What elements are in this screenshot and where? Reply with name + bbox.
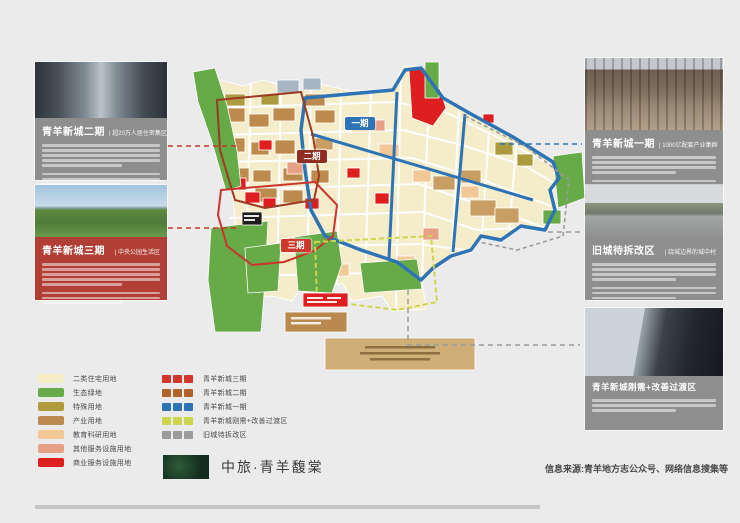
legend-label: 二类住宅用地 — [73, 374, 117, 384]
phase3-photo — [35, 185, 167, 237]
legend-boundary-list: 青羊新城三期青羊新城二期青羊新城一期青羊新城刚需+改善过渡区旧城待拆改区 — [162, 374, 288, 444]
phase1-body-text — [592, 156, 716, 174]
legend-item: 旧城待拆改区 — [162, 430, 288, 439]
legend-swatch — [162, 389, 194, 397]
phase2-photo — [35, 62, 167, 118]
map-badge-phase2: 二期 — [297, 150, 327, 163]
brand: 中旅·青羊馥棠 — [163, 455, 324, 479]
panel-oldtown: 旧城待拆改区 | 绕城边界的城中村 — [585, 185, 723, 300]
legend-label: 生态绿地 — [73, 388, 102, 398]
map-project-marker — [242, 212, 262, 225]
phase1-title: 青羊新城一期 — [592, 135, 655, 150]
legend-landuse-list: 二类住宅用地生态绿地特殊用地产业用地教育科研用地其他服务设施用地商业服务设施用地 — [38, 374, 131, 472]
transition-photo — [585, 308, 723, 376]
legend-swatch — [38, 388, 64, 397]
legend-label: 青羊新城刚需+改善过渡区 — [203, 416, 288, 426]
phase1-photo — [585, 58, 723, 130]
legend-item: 其他服务设施用地 — [38, 444, 131, 453]
legend-swatch — [38, 374, 64, 383]
legend-label: 青羊新城一期 — [203, 402, 247, 412]
transition-body-text — [592, 399, 716, 412]
legend-label: 商业服务设施用地 — [73, 458, 131, 468]
panel-phase3: 青羊新城三期 | 中央公园生活区 — [35, 185, 167, 300]
panel-transition: 青羊新城刚需+改善过渡区 — [585, 308, 723, 430]
legend-label: 青羊新城三期 — [203, 374, 247, 384]
panel-phase1: 青羊新城一期 | 1000亿配套产业集群 — [585, 58, 723, 189]
map-railway-facility — [285, 312, 475, 370]
phase2-subtitle: | 超20万人居住密集区 — [109, 128, 167, 137]
legend-item: 青羊新城刚需+改善过渡区 — [162, 416, 288, 425]
phase1-subtitle: | 1000亿配套产业集群 — [659, 140, 718, 149]
oldtown-body-text — [592, 263, 716, 281]
legend-item: 青羊新城二期 — [162, 388, 288, 397]
panel-phase2: 青羊新城二期 | 超20万人居住密集区 — [35, 62, 167, 180]
legend-label: 特殊用地 — [73, 402, 102, 412]
legend-item: 青羊新城三期 — [162, 374, 288, 383]
phase2-title: 青羊新城二期 — [42, 123, 105, 138]
map-badge-phase1: 一期 — [345, 117, 375, 130]
map-badge-phase3: 三期 — [281, 239, 311, 252]
legend-item: 特殊用地 — [38, 402, 131, 411]
legend-swatch — [38, 430, 64, 439]
legend-swatch — [162, 403, 194, 411]
oldtown-photo — [585, 185, 723, 237]
legend-swatch — [162, 375, 194, 383]
legend-swatch — [162, 417, 194, 425]
master-plan-map — [165, 50, 585, 375]
legend-item: 生态绿地 — [38, 388, 131, 397]
legend-item: 产业用地 — [38, 416, 131, 425]
phase3-body-text — [42, 263, 160, 286]
phase2-body-text — [42, 144, 160, 167]
brand-name: 中旅·青羊馥棠 — [221, 457, 324, 477]
legend-label: 产业用地 — [73, 416, 102, 426]
legend-item: 二类住宅用地 — [38, 374, 131, 383]
legend-swatch — [38, 444, 64, 453]
poster: 一期 二期 三期 青羊新城二期 | 超20万人居住密集区 青羊新城三期 | 中央… — [0, 0, 740, 523]
disclaimer-text-illegible — [35, 505, 540, 509]
phase3-title: 青羊新城三期 — [42, 242, 105, 257]
transition-title: 青羊新城刚需+改善过渡区 — [592, 381, 696, 393]
phase3-subtitle: | 中央公园生活区 — [115, 247, 160, 256]
source-note: 信息来源:青羊地方志公众号、网络信息搜集等 — [545, 462, 728, 475]
legend-label: 青羊新城二期 — [203, 388, 247, 398]
oldtown-body-text-2 — [592, 287, 716, 300]
oldtown-subtitle: | 绕城边界的城中村 — [665, 247, 716, 256]
phase3-body-text-2 — [42, 292, 160, 305]
legend-label: 旧城待拆改区 — [203, 430, 247, 440]
legend-swatch — [38, 458, 64, 467]
phase2-body-text-2 — [42, 173, 160, 186]
legend-swatch — [38, 402, 64, 411]
brand-thumbnail-image — [163, 455, 209, 479]
oldtown-title: 旧城待拆改区 — [592, 242, 655, 257]
map-commercial-strip — [303, 293, 348, 307]
legend-label: 教育科研用地 — [73, 430, 117, 440]
legend-item: 教育科研用地 — [38, 430, 131, 439]
legend-item: 商业服务设施用地 — [38, 458, 131, 467]
legend-swatch — [162, 431, 194, 439]
legend-swatch — [38, 416, 64, 425]
legend-item: 青羊新城一期 — [162, 402, 288, 411]
legend-label: 其他服务设施用地 — [73, 444, 131, 454]
